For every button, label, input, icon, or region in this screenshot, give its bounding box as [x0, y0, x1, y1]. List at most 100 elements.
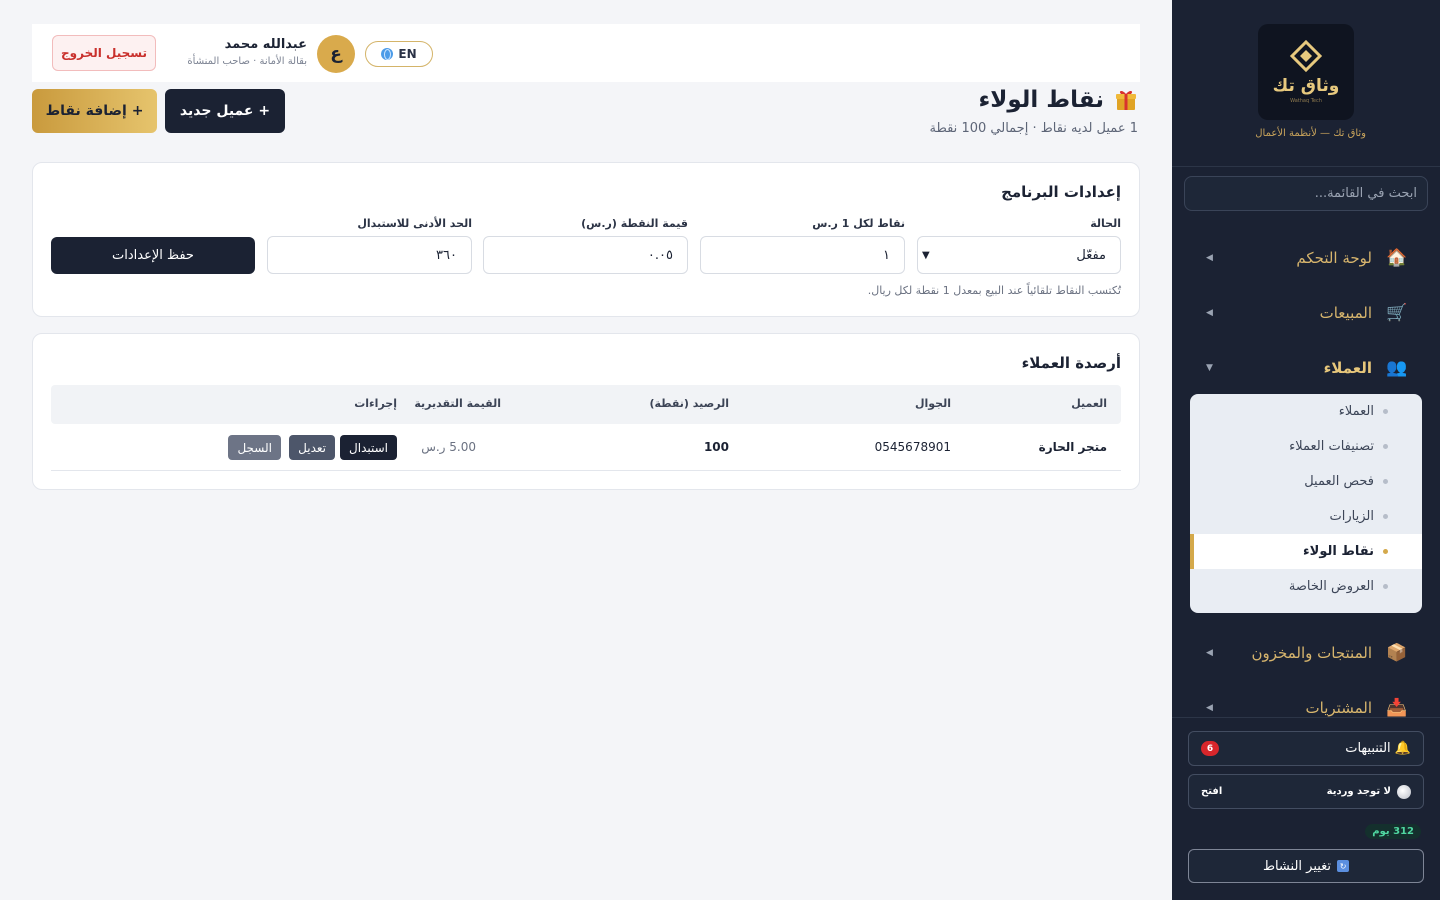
edit-button[interactable]: تعديل: [289, 435, 335, 460]
submenu-item-visits[interactable]: الزيارات: [1190, 499, 1422, 534]
points-per-value: ١: [883, 247, 890, 263]
avatar[interactable]: ع: [317, 35, 355, 73]
status-label: الحالة: [1090, 217, 1121, 230]
submenu-label: العملاء: [1338, 404, 1374, 419]
column-header-phone: الجوال: [914, 397, 951, 410]
gift-icon: [1114, 88, 1138, 112]
bullet-icon: [1383, 549, 1388, 554]
submenu-label: تصنيفات العملاء: [1289, 439, 1374, 454]
brand-logo[interactable]: وثاق تك Wathaq Tech: [1258, 24, 1354, 120]
point-value-value: ٠.٠٥: [647, 247, 673, 263]
cart-icon: 🛒: [1386, 303, 1408, 323]
house-icon: 🏠: [1386, 248, 1408, 268]
change-activity-button[interactable]: ↻ تغيير النشاط: [1188, 849, 1424, 883]
caret-left-icon: ◀: [1206, 253, 1213, 263]
shift-status-text: لا توجد وردية: [1326, 786, 1391, 797]
sidebar-item-products[interactable]: 📦 المنتجات والمخزون ◀: [1172, 633, 1440, 673]
submenu-item-customers[interactable]: العملاء: [1190, 394, 1422, 429]
open-shift-link[interactable]: افتح: [1201, 786, 1222, 797]
notifications-text: التنبيهات: [1345, 741, 1391, 756]
column-header-customer: العميل: [1071, 397, 1107, 410]
status-value: مفعّل: [1076, 247, 1106, 263]
min-redeem-input[interactable]: ٣٦٠: [267, 236, 472, 274]
sidebar-item-label: المنتجات والمخزون: [1251, 644, 1372, 662]
bullet-icon: [1383, 584, 1388, 589]
points-per-input[interactable]: ١: [700, 236, 905, 274]
point-value-label: قيمة النقطة (ر.س): [581, 217, 688, 230]
program-settings-card: إعدادات البرنامج الحالة مفعّل ▼ نقاط لكل…: [32, 162, 1140, 317]
point-value-input[interactable]: ٠.٠٥: [483, 236, 688, 274]
topbar: EN ع عبدالله محمد بقالة الأمانة · صاحب ا…: [32, 24, 1140, 82]
notifications-label: 🔔 التنبيهات: [1345, 741, 1411, 756]
brand-sub: Wathaq Tech: [1290, 98, 1322, 104]
cell-value: 5.00 ر.س: [421, 440, 476, 454]
submenu-label: العروض الخاصة: [1288, 579, 1374, 594]
sidebar-item-label: المبيعات: [1319, 304, 1372, 322]
caret-left-icon: ◀: [1206, 308, 1213, 318]
bullet-icon: [1383, 479, 1388, 484]
cell-customer: متجر الحارة: [1038, 440, 1107, 454]
notifications-count-badge: 6: [1201, 741, 1219, 756]
bullet-icon: [1383, 409, 1388, 414]
brand-tagline: وثاق تك — لأنظمة الأعمال: [1255, 128, 1366, 139]
table-row: متجر الحارة 0545678901 100 5.00 ر.س استب…: [51, 424, 1121, 471]
inbox-icon: 📥: [1386, 698, 1408, 718]
page-subtitle: 1 عميل لديه نقاط · إجمالي 100 نقطة: [929, 121, 1138, 136]
column-header-actions: إجراءات: [354, 397, 397, 410]
min-redeem-value: ٣٦٠: [436, 247, 457, 263]
column-header-balance: الرصيد (نقطة): [649, 397, 729, 410]
cell-phone: 0545678901: [874, 440, 951, 454]
box-icon: 📦: [1386, 643, 1408, 663]
bullet-icon: [1383, 514, 1388, 519]
sidebar-item-dashboard[interactable]: 🏠 لوحة التحكم ◀: [1172, 238, 1440, 278]
save-settings-button[interactable]: حفظ الإعدادات: [51, 237, 255, 274]
refresh-icon: ↻: [1337, 860, 1350, 872]
submenu-item-customer-categories[interactable]: تصنيفات العملاء: [1190, 429, 1422, 464]
language-toggle[interactable]: EN: [365, 41, 433, 67]
notifications-button[interactable]: 🔔 التنبيهات 6: [1188, 731, 1424, 766]
sidebar-item-sales[interactable]: 🛒 المبيعات ◀: [1172, 293, 1440, 333]
bell-icon: 🔔: [1394, 741, 1411, 756]
points-per-label: نقاط لكل 1 ر.س: [812, 217, 905, 230]
users-icon: 👥: [1386, 358, 1408, 378]
sidebar-search-input[interactable]: [1184, 176, 1428, 211]
sidebar-item-customers[interactable]: 👥 العملاء ▼: [1172, 348, 1440, 388]
redeem-button[interactable]: استبدال: [340, 435, 397, 460]
history-button[interactable]: السجل: [228, 435, 281, 460]
globe-icon: [381, 48, 394, 60]
status-select[interactable]: مفعّل ▼: [917, 236, 1121, 274]
submenu-label: الزيارات: [1329, 509, 1374, 524]
sidebar: وثاق تك Wathaq Tech وثاق تك — لأنظمة الأ…: [1172, 0, 1440, 900]
brand-area: وثاق تك Wathaq Tech وثاق تك — لأنظمة الأ…: [1172, 0, 1440, 167]
sidebar-item-label: العملاء: [1323, 359, 1372, 377]
column-header-value: القيمة التقديرية: [414, 397, 501, 410]
submenu-item-special-offers[interactable]: العروض الخاصة: [1190, 569, 1422, 604]
sidebar-footer: 🔔 التنبيهات 6 لا توجد وردية افتح 312 يوم…: [1172, 717, 1440, 900]
user-role: بقالة الأمانة · صاحب المنشأة: [187, 56, 307, 67]
settings-help-text: تُكتسب النقاط تلقائياً عند البيع بمعدل 1…: [867, 284, 1121, 297]
sidebar-item-label: المشتريات: [1305, 699, 1372, 717]
language-label: EN: [398, 47, 417, 61]
shift-button[interactable]: لا توجد وردية افتح: [1188, 774, 1424, 809]
logo-diamond-icon: [1289, 39, 1323, 74]
caret-left-icon: ◀: [1206, 648, 1213, 658]
submenu-item-loyalty-points[interactable]: نقاط الولاء: [1190, 534, 1422, 569]
customers-submenu: العملاء تصنيفات العملاء فحص العميل الزيا…: [1190, 394, 1422, 613]
shift-status: لا توجد وردية: [1326, 784, 1411, 799]
new-customer-button[interactable]: + عميل جديد: [165, 89, 285, 133]
min-redeem-label: الحد الأدنى للاستبدال: [357, 217, 472, 230]
logout-button[interactable]: تسجيل الخروج: [52, 35, 156, 71]
submenu-label: نقاط الولاء: [1303, 544, 1374, 559]
chevron-down-icon: ▼: [922, 249, 930, 261]
add-points-button[interactable]: + إضافة نقاط: [32, 89, 157, 133]
submenu-item-customer-check[interactable]: فحص العميل: [1190, 464, 1422, 499]
caret-down-icon: ▼: [1206, 363, 1213, 373]
balances-title: أرصدة العملاء: [1021, 354, 1121, 372]
user-name: عبدالله محمد: [224, 37, 307, 52]
status-dot-icon: [1397, 784, 1411, 799]
page-title-row: نقاط الولاء: [978, 87, 1138, 113]
sidebar-item-label: لوحة التحكم: [1296, 249, 1372, 267]
cell-balance: 100: [703, 440, 729, 454]
change-activity-label: تغيير النشاط: [1262, 858, 1332, 874]
customer-balances-card: أرصدة العملاء العميل الجوال الرصيد (نقطة…: [32, 333, 1140, 490]
